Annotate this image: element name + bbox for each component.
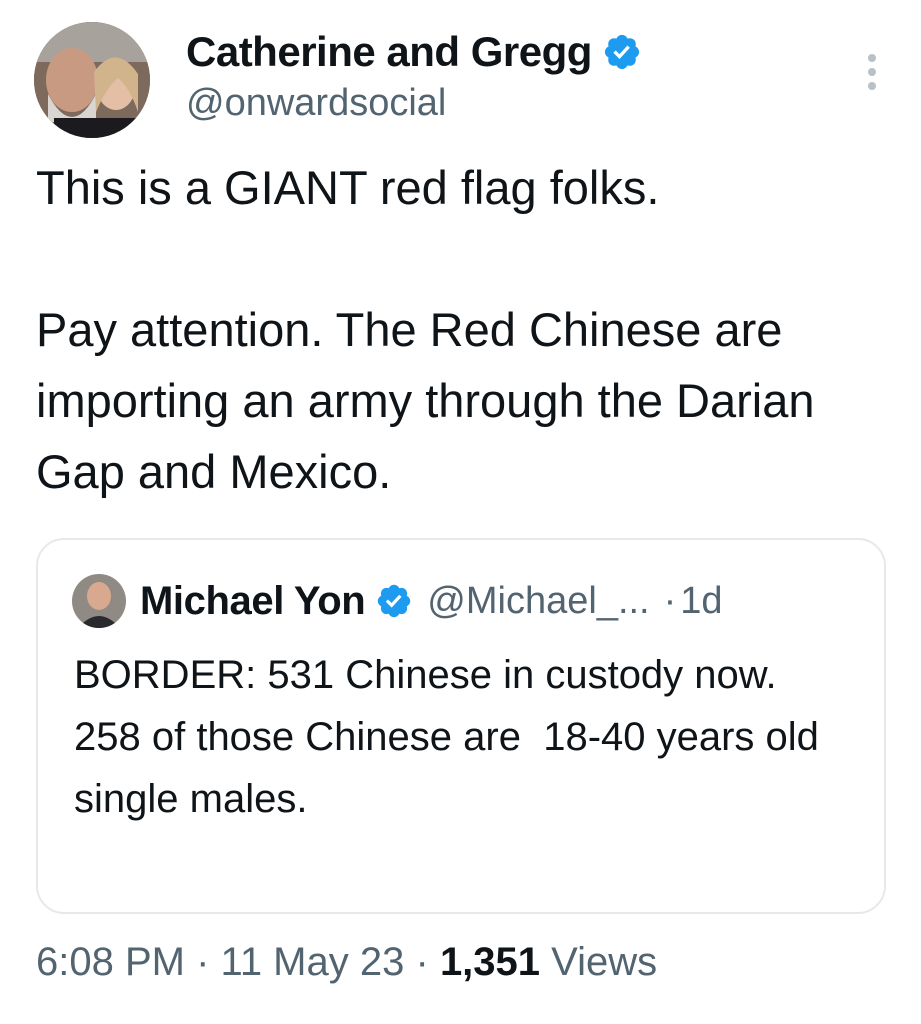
separator-dot: · [663,579,677,622]
views-label: Views [551,940,658,984]
avatar-photo-icon [72,574,126,628]
tweet-meta: 6:08 PM · 11 May 23 · 1,351 Views [36,940,657,985]
quoted-tweet-card[interactable]: Michael Yon @Michael_... · 1d BORDER: 53… [36,538,886,914]
tweet-date[interactable]: 11 May 23 [221,940,405,984]
quoted-tweet-header: Michael Yon @Michael_... · 1d [72,574,723,628]
quoted-tweet-time[interactable]: 1d [680,580,722,623]
tweet-time[interactable]: 6:08 PM [36,940,185,984]
separator-dot: · [196,940,210,984]
avatar-photo-icon [34,22,150,138]
author-name-text[interactable]: Catherine and Gregg [186,28,592,76]
quoted-author-handle[interactable]: @Michael_... [427,580,649,623]
author-display-name[interactable]: Catherine and Gregg [186,28,642,76]
verified-badge-icon [378,584,411,618]
quoted-tweet-text: BORDER: 531 Chinese in custody now. 258 … [74,653,819,821]
verified-badge-icon [604,34,639,70]
author-handle[interactable]: @onwardsocial [186,82,446,125]
separator-dot: · [415,940,429,984]
quoted-author-avatar[interactable] [72,574,126,628]
author-avatar[interactable] [34,22,150,138]
tweet-text: This is a GIANT red flag folks. Pay atte… [36,161,815,498]
more-options-icon[interactable] [864,52,880,92]
tweet-header: Catherine and Gregg @onwardsocial [34,20,884,138]
quoted-author-name[interactable]: Michael Yon [140,579,366,624]
views-count[interactable]: 1,351 [440,940,540,984]
